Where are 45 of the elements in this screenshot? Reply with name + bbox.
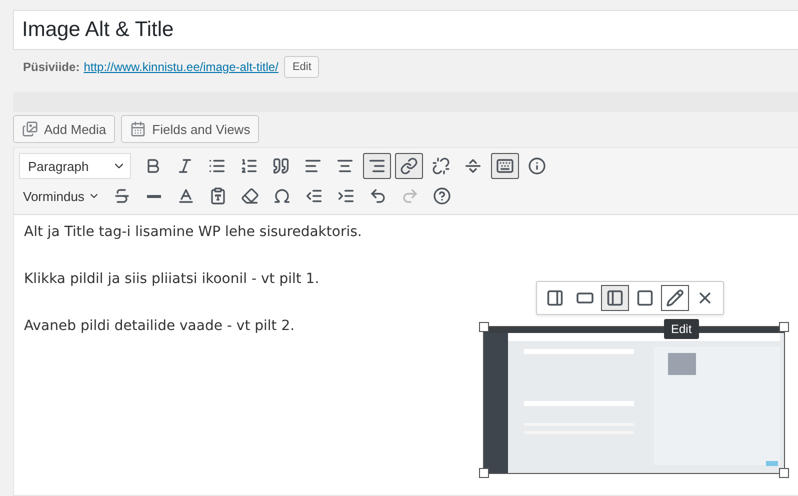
bullet-list-icon (208, 157, 226, 175)
resize-handle[interactable] (479, 322, 489, 332)
quote-icon (272, 157, 290, 175)
toolbar-button[interactable] (491, 153, 519, 179)
paragraph: Klikka pildil ja siis pliiatsi ikoonil - vt pilt 1. (24, 270, 320, 289)
italic-icon (176, 157, 194, 175)
image-toolbar-button[interactable] (661, 285, 689, 311)
outdent-icon (305, 187, 324, 205)
toolbar-button[interactable] (395, 153, 423, 179)
image-toolbar-button[interactable] (601, 285, 629, 311)
indent-icon (337, 187, 356, 205)
paragraph: Alt ja Title tag-i lisamine WP lehe sisuredaktoris. (24, 223, 362, 242)
align-right-icon (368, 157, 386, 175)
media-icon (22, 121, 38, 137)
unlink-icon (432, 157, 450, 175)
toolbar-toggle-icon (496, 157, 514, 175)
paragraph: Avaneb pildi detailide vaade - vt pilt 2. (24, 317, 295, 336)
edit-permalink-button[interactable]: Edit (284, 56, 320, 78)
paste-text-icon (209, 187, 228, 205)
title-field[interactable]: Image Alt & Title (13, 10, 798, 50)
align-left-icon (304, 157, 322, 175)
resize-handle[interactable] (779, 468, 789, 478)
resize-handle[interactable] (779, 322, 789, 332)
pencil-icon (666, 289, 684, 307)
numbered-list-icon (240, 157, 258, 175)
text-color-icon (177, 187, 196, 205)
calendar-icon (130, 121, 146, 137)
resize-handle[interactable] (479, 468, 489, 478)
permalink-label: Püsiviide: (23, 60, 80, 74)
tooltip: Edit (664, 319, 699, 339)
media-button[interactable]: Add Media (13, 115, 116, 143)
eraser-icon (241, 187, 260, 205)
media-button[interactable]: Fields and Views (121, 115, 260, 143)
link-icon (400, 157, 418, 175)
undo-icon (369, 187, 388, 205)
strikethrough-icon (113, 187, 132, 205)
format-select[interactable]: Paragraph (19, 153, 131, 179)
permalink-link[interactable]: http://www.kinnistu.ee/image-alt-title/ (84, 60, 278, 74)
omega-icon (273, 187, 292, 205)
align-center-icon (336, 157, 354, 175)
format-menu[interactable]: Vormindus (19, 188, 104, 204)
toolbar-button[interactable] (363, 153, 391, 179)
redo-icon (401, 187, 420, 205)
info-icon (528, 157, 546, 175)
help-icon (433, 187, 452, 205)
